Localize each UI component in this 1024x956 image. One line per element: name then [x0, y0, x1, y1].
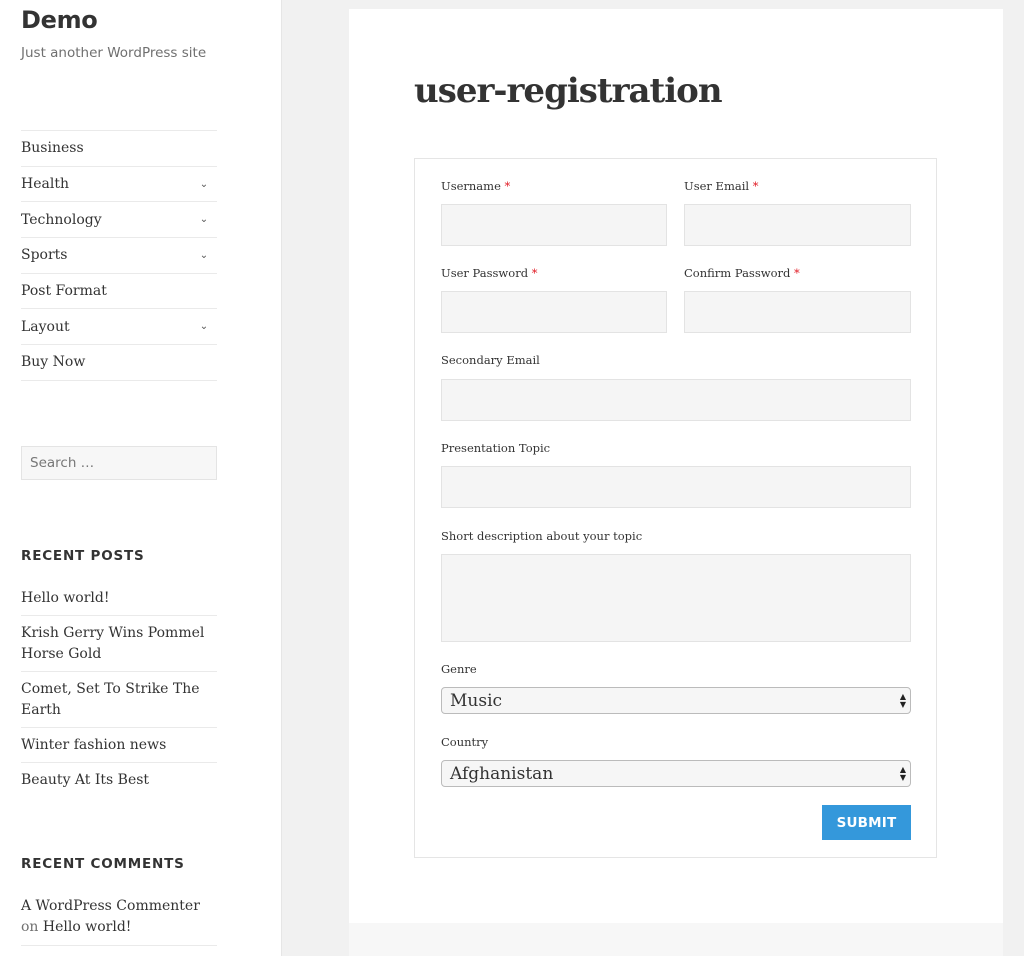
- genre-label: Genre: [441, 662, 477, 676]
- genre-selected-value: Music: [450, 690, 503, 711]
- secondary-email-input[interactable]: [441, 379, 911, 421]
- menu-item-sports[interactable]: Sports ⌄: [21, 238, 217, 274]
- menu-item-label: Buy Now: [21, 354, 86, 371]
- country-label: Country: [441, 735, 489, 749]
- menu-item-label: Post Format: [21, 283, 107, 300]
- menu-item-label: Layout: [21, 318, 70, 335]
- required-marker: *: [794, 266, 800, 280]
- presentation-topic-input[interactable]: [441, 466, 911, 508]
- recent-post-link[interactable]: Winter fashion news: [21, 728, 217, 763]
- comment-post-link[interactable]: Hello world!: [43, 919, 132, 935]
- main-footer-strip: [349, 923, 1003, 956]
- genre-select[interactable]: Music ▲ ▼: [441, 687, 911, 714]
- main-menu: Business Health ⌄ Technology ⌄ Sports ⌄ Pos…: [21, 130, 217, 381]
- submit-button[interactable]: SUBMIT: [822, 805, 911, 840]
- recent-posts-title: RECENT POSTS: [21, 548, 145, 564]
- username-input[interactable]: [441, 204, 667, 246]
- page-title: user-registration: [414, 71, 723, 111]
- menu-item-post-format[interactable]: Post Format: [21, 274, 217, 310]
- sidebar: Demo Just another WordPress site Busines…: [0, 0, 282, 956]
- main-content: user-registration Username * User Email …: [349, 9, 1003, 923]
- user-password-label: User Password *: [441, 266, 538, 280]
- menu-item-business[interactable]: Business: [21, 131, 217, 167]
- menu-item-label: Health: [21, 176, 69, 193]
- menu-item-buy-now[interactable]: Buy Now: [21, 345, 217, 381]
- search-input[interactable]: [21, 446, 217, 480]
- required-marker: *: [504, 179, 511, 193]
- site-description: Just another WordPress site: [21, 45, 207, 61]
- username-label: Username *: [441, 179, 511, 193]
- user-email-label: User Email *: [684, 179, 759, 193]
- short-description-textarea[interactable]: [441, 554, 911, 642]
- confirm-password-input[interactable]: [684, 291, 911, 333]
- menu-item-label: Business: [21, 140, 84, 157]
- recent-posts-list: Hello world! Krish Gerry Wins Pommel Hor…: [21, 580, 217, 797]
- chevron-down-icon[interactable]: ⌄: [197, 214, 211, 225]
- recent-post-link[interactable]: Hello world!: [21, 580, 217, 616]
- registration-form: Username * User Email * User Password * …: [414, 158, 937, 858]
- recent-comment: A WordPress Commenter on Hello world!: [21, 888, 217, 946]
- recent-comments-list: A WordPress Commenter on Hello world!: [21, 888, 217, 946]
- select-arrows-icon: ▲ ▼: [899, 764, 906, 782]
- chevron-down-icon[interactable]: ⌄: [197, 250, 211, 261]
- short-description-label: Short description about your topic: [441, 529, 643, 543]
- site-title[interactable]: Demo: [21, 6, 98, 34]
- presentation-topic-label: Presentation Topic: [441, 441, 551, 455]
- comment-author-link[interactable]: A WordPress Commenter: [21, 898, 200, 914]
- user-email-input[interactable]: [684, 204, 911, 246]
- recent-post-link[interactable]: Beauty At Its Best: [21, 763, 217, 797]
- select-arrows-icon: ▲ ▼: [899, 691, 906, 709]
- comment-on-text: on: [21, 919, 39, 935]
- recent-post-link[interactable]: Comet, Set To Strike The Earth: [21, 672, 217, 728]
- required-marker: *: [531, 266, 538, 280]
- required-marker: *: [752, 179, 759, 193]
- recent-comments-title: RECENT COMMENTS: [21, 856, 185, 872]
- chevron-down-icon[interactable]: ⌄: [197, 179, 211, 190]
- country-select[interactable]: Afghanistan ▲ ▼: [441, 760, 911, 787]
- confirm-password-label: Confirm Password *: [684, 266, 800, 280]
- user-password-input[interactable]: [441, 291, 667, 333]
- menu-item-technology[interactable]: Technology ⌄: [21, 202, 217, 239]
- menu-item-layout[interactable]: Layout ⌄: [21, 309, 217, 346]
- secondary-email-label: Secondary Email: [441, 353, 540, 367]
- recent-post-link[interactable]: Krish Gerry Wins Pommel Horse Gold: [21, 616, 217, 672]
- menu-item-label: Technology: [21, 211, 102, 228]
- menu-item-health[interactable]: Health ⌄: [21, 167, 217, 203]
- menu-item-label: Sports: [21, 247, 68, 264]
- chevron-down-icon[interactable]: ⌄: [197, 321, 211, 332]
- country-selected-value: Afghanistan: [450, 763, 554, 784]
